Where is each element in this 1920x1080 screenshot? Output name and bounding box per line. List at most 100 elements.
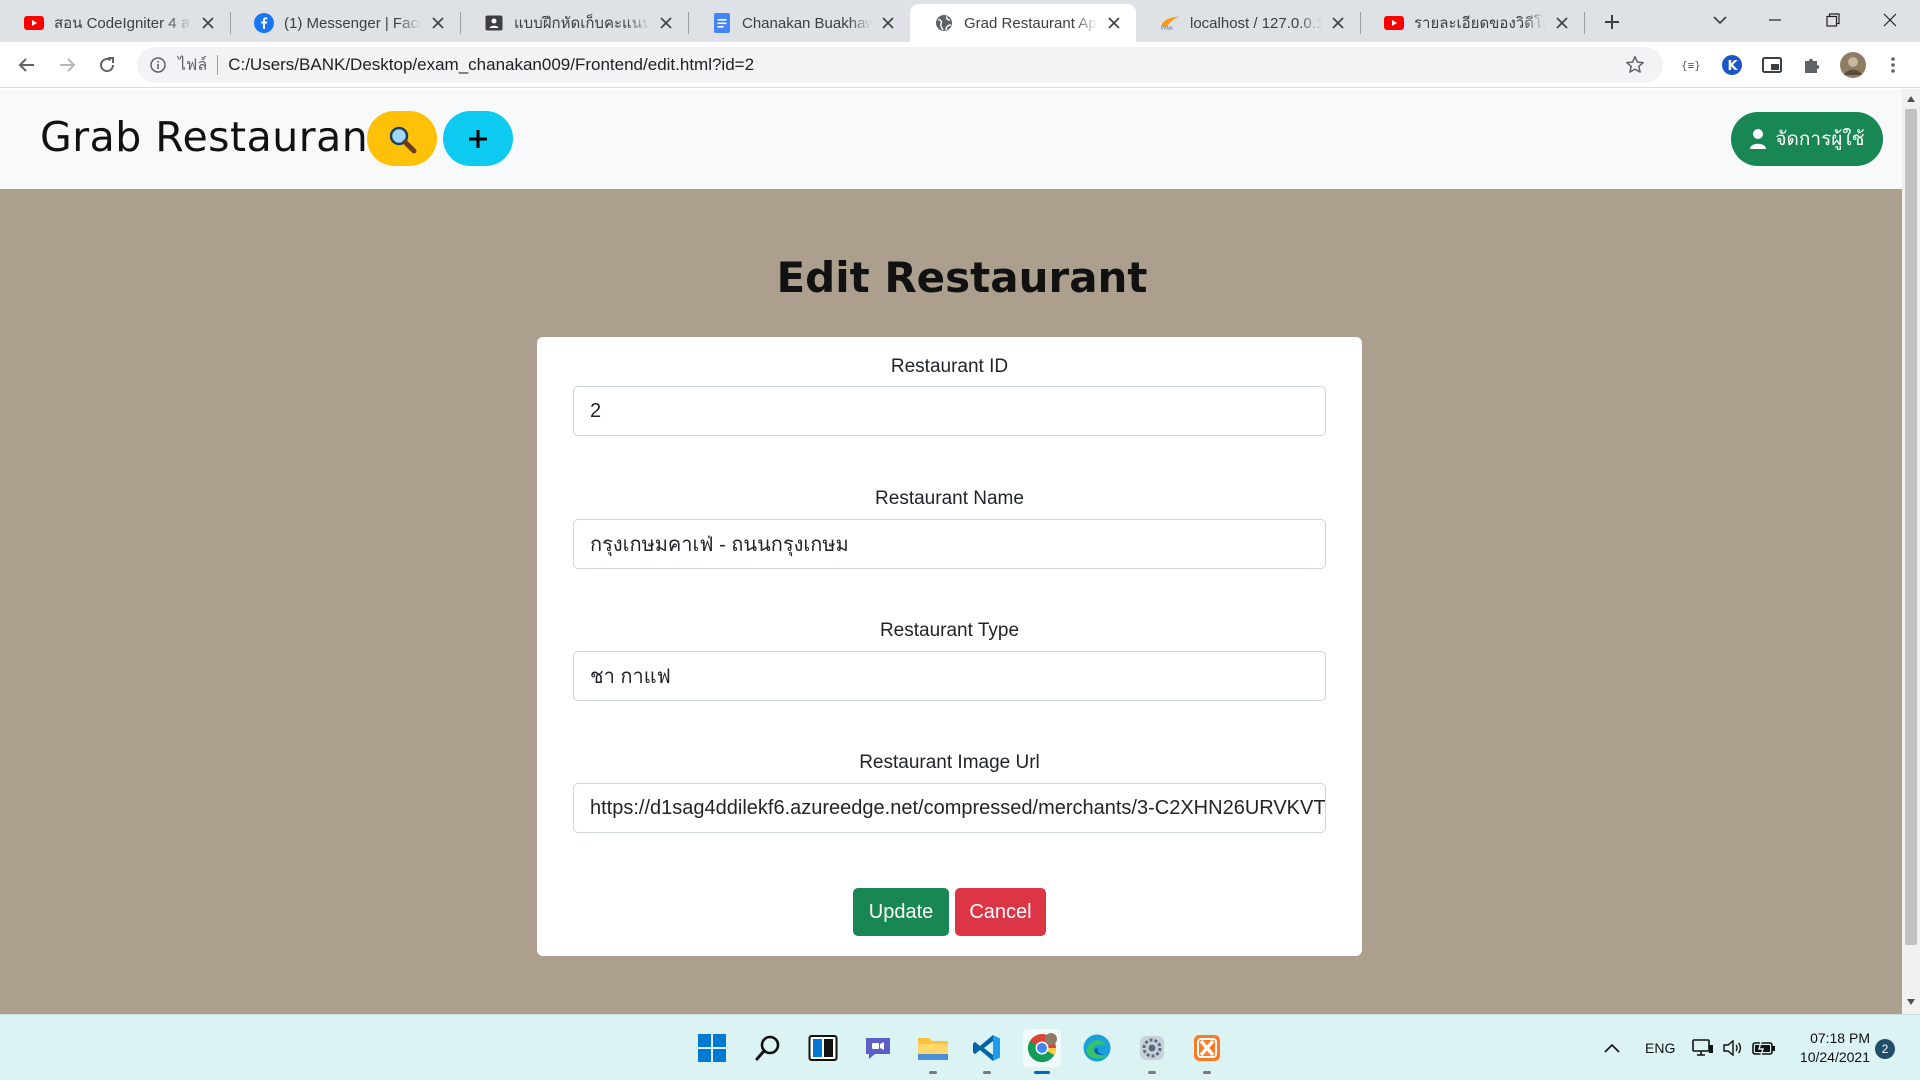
taskbar-search-button[interactable] xyxy=(749,1029,787,1067)
back-button[interactable] xyxy=(12,50,42,80)
task-view-button[interactable] xyxy=(804,1029,842,1067)
tab-codeigniter[interactable]: สอน CodeIgniter 4 สร้าง xyxy=(0,4,230,42)
search-icon xyxy=(389,126,417,153)
tab-title: (1) Messenger | Facebook xyxy=(284,14,422,32)
page-title: Edit Restaurant xyxy=(776,253,1148,302)
xampp-button[interactable] xyxy=(1188,1029,1226,1074)
edge-icon xyxy=(1083,1034,1111,1062)
restaurant-name-input[interactable]: กรุงเกษมคาเฟ่ - ถนนกรุงเกษม xyxy=(573,519,1326,569)
extensions-puzzle-icon[interactable] xyxy=(1799,52,1825,78)
close-icon[interactable] xyxy=(1552,13,1572,33)
tab-google-docs[interactable]: Chanakan Buakhaw - Google Docs xyxy=(688,4,910,42)
close-window-button[interactable] xyxy=(1862,0,1918,40)
battery-icon[interactable] xyxy=(1752,1015,1776,1080)
restaurant-image-url-label: Restaurant Image Url xyxy=(859,752,1040,773)
brand-logo[interactable]: Grab Restaurant xyxy=(40,113,385,161)
close-icon[interactable] xyxy=(428,13,448,33)
forward-button[interactable] xyxy=(52,50,82,80)
tab-title: แบบฝึกหัดเก็บคะแนน 2/2 xyxy=(514,15,650,32)
page-scrollbar[interactable] xyxy=(1902,89,1920,1014)
xampp-icon xyxy=(1194,1035,1220,1061)
picture-in-picture-icon[interactable] xyxy=(1759,52,1785,78)
tab-phpmyadmin[interactable]: PMA localhost / 127.0.0.1 / phpMyAdmin xyxy=(1136,4,1360,42)
minimize-button[interactable] xyxy=(1747,0,1803,40)
youtube-icon xyxy=(24,13,44,33)
restaurant-image-url-input[interactable]: https://d1sag4ddilekf6.azureedge.net/com… xyxy=(573,783,1326,833)
plus-icon xyxy=(469,129,487,148)
tab-youtube-studio[interactable]: รายละเอียดของวิดีโอ - YouTube xyxy=(1360,4,1584,42)
svg-text:{≡}: {≡} xyxy=(1681,59,1701,72)
svg-text:K: K xyxy=(1728,59,1739,74)
user-icon xyxy=(1750,129,1767,149)
volume-icon[interactable] xyxy=(1722,1015,1742,1080)
tab-grad-restaurant[interactable]: Grad Restaurant Application xyxy=(910,4,1136,42)
close-icon[interactable] xyxy=(1104,13,1124,33)
info-icon[interactable] xyxy=(148,55,168,75)
facebook-icon xyxy=(254,13,274,33)
chrome-icon xyxy=(1027,1033,1057,1063)
address-bar[interactable]: ไฟล์ C:/Users/BANK/Desktop/exam_chanakan… xyxy=(137,47,1663,83)
vscode-button[interactable] xyxy=(968,1029,1006,1074)
restaurant-id-input[interactable]: 2 xyxy=(573,386,1326,436)
reload-icon xyxy=(100,57,115,73)
input-language[interactable]: ENG xyxy=(1645,1015,1675,1080)
network-icon[interactable] xyxy=(1692,1015,1714,1080)
manage-users-button[interactable]: จัดการผู้ใช้ xyxy=(1731,112,1883,166)
chevron-down-icon xyxy=(1713,16,1727,25)
notification-badge[interactable]: 2 xyxy=(1875,1039,1895,1059)
start-button[interactable] xyxy=(693,1029,731,1067)
windows-taskbar: ENG 07:18 PM 10/24/2021 2 xyxy=(0,1014,1920,1080)
json-extension-icon[interactable]: {≡} xyxy=(1679,52,1705,78)
edge-button[interactable] xyxy=(1078,1029,1116,1067)
close-icon[interactable] xyxy=(878,13,898,33)
globe-icon xyxy=(934,13,954,33)
running-indicator xyxy=(929,1071,937,1074)
tab-messenger[interactable]: (1) Messenger | Facebook xyxy=(230,4,460,42)
restaurant-type-label: Restaurant Type xyxy=(879,620,1020,641)
system-app-button[interactable] xyxy=(1133,1029,1171,1074)
scroll-down-arrow-icon[interactable] xyxy=(1902,994,1920,1010)
chevron-up-icon xyxy=(1604,1043,1620,1053)
arrow-right-icon xyxy=(60,58,76,72)
file-explorer-button[interactable] xyxy=(914,1029,952,1074)
running-indicator xyxy=(1034,1071,1050,1074)
scroll-up-arrow-icon[interactable] xyxy=(1902,91,1920,107)
profile-avatar[interactable] xyxy=(1838,50,1868,80)
reload-button[interactable] xyxy=(92,50,122,80)
taskbar-clock[interactable]: 07:18 PM 10/24/2021 xyxy=(1790,1029,1870,1067)
restore-button[interactable] xyxy=(1805,0,1861,40)
tab-classroom[interactable]: แบบฝึกหัดเก็บคะแนน 2/2 xyxy=(460,4,688,42)
close-icon[interactable] xyxy=(1328,13,1348,33)
tab-title: localhost / 127.0.0.1 / phpMyAdmin xyxy=(1190,14,1322,32)
show-hidden-icons-button[interactable] xyxy=(1604,1015,1620,1080)
new-tab-button[interactable] xyxy=(1598,8,1626,36)
k-extension-icon[interactable]: K xyxy=(1719,52,1745,78)
search-icon xyxy=(755,1035,780,1061)
search-button[interactable] xyxy=(367,111,437,166)
chrome-button[interactable] xyxy=(1023,1029,1061,1074)
cancel-button[interactable]: Cancel xyxy=(955,888,1046,936)
address-url[interactable]: C:/Users/BANK/Desktop/exam_chanakan009/F… xyxy=(228,55,1623,75)
address-scheme-label: ไฟล์ xyxy=(178,56,208,74)
tab-separator xyxy=(1584,12,1585,34)
close-icon[interactable] xyxy=(656,13,676,33)
tab-title: Chanakan Buakhaw - Google Docs xyxy=(742,14,872,32)
running-indicator xyxy=(983,1071,991,1074)
close-icon[interactable] xyxy=(198,13,218,33)
settings-gear-icon xyxy=(1140,1036,1164,1060)
phpmyadmin-icon: PMA xyxy=(1160,13,1180,33)
tab-search-button[interactable] xyxy=(1692,0,1748,40)
tab-title: รายละเอียดของวิดีโอ - YouTube xyxy=(1414,15,1546,32)
restaurant-type-input[interactable]: ชา กาแฟ xyxy=(573,651,1326,701)
teams-chat-button[interactable] xyxy=(859,1029,897,1067)
scrollbar-thumb[interactable] xyxy=(1905,109,1917,945)
browser-menu-icon[interactable] xyxy=(1880,52,1906,78)
update-button[interactable]: Update xyxy=(853,888,949,936)
add-restaurant-button[interactable] xyxy=(443,111,513,166)
restore-icon xyxy=(1826,13,1840,27)
bookmark-star-icon[interactable] xyxy=(1623,53,1647,77)
youtube-icon xyxy=(1384,13,1404,33)
tab-title: สอน CodeIgniter 4 สร้าง xyxy=(54,15,192,32)
vscode-icon xyxy=(973,1035,1000,1061)
classroom-icon xyxy=(484,13,504,33)
